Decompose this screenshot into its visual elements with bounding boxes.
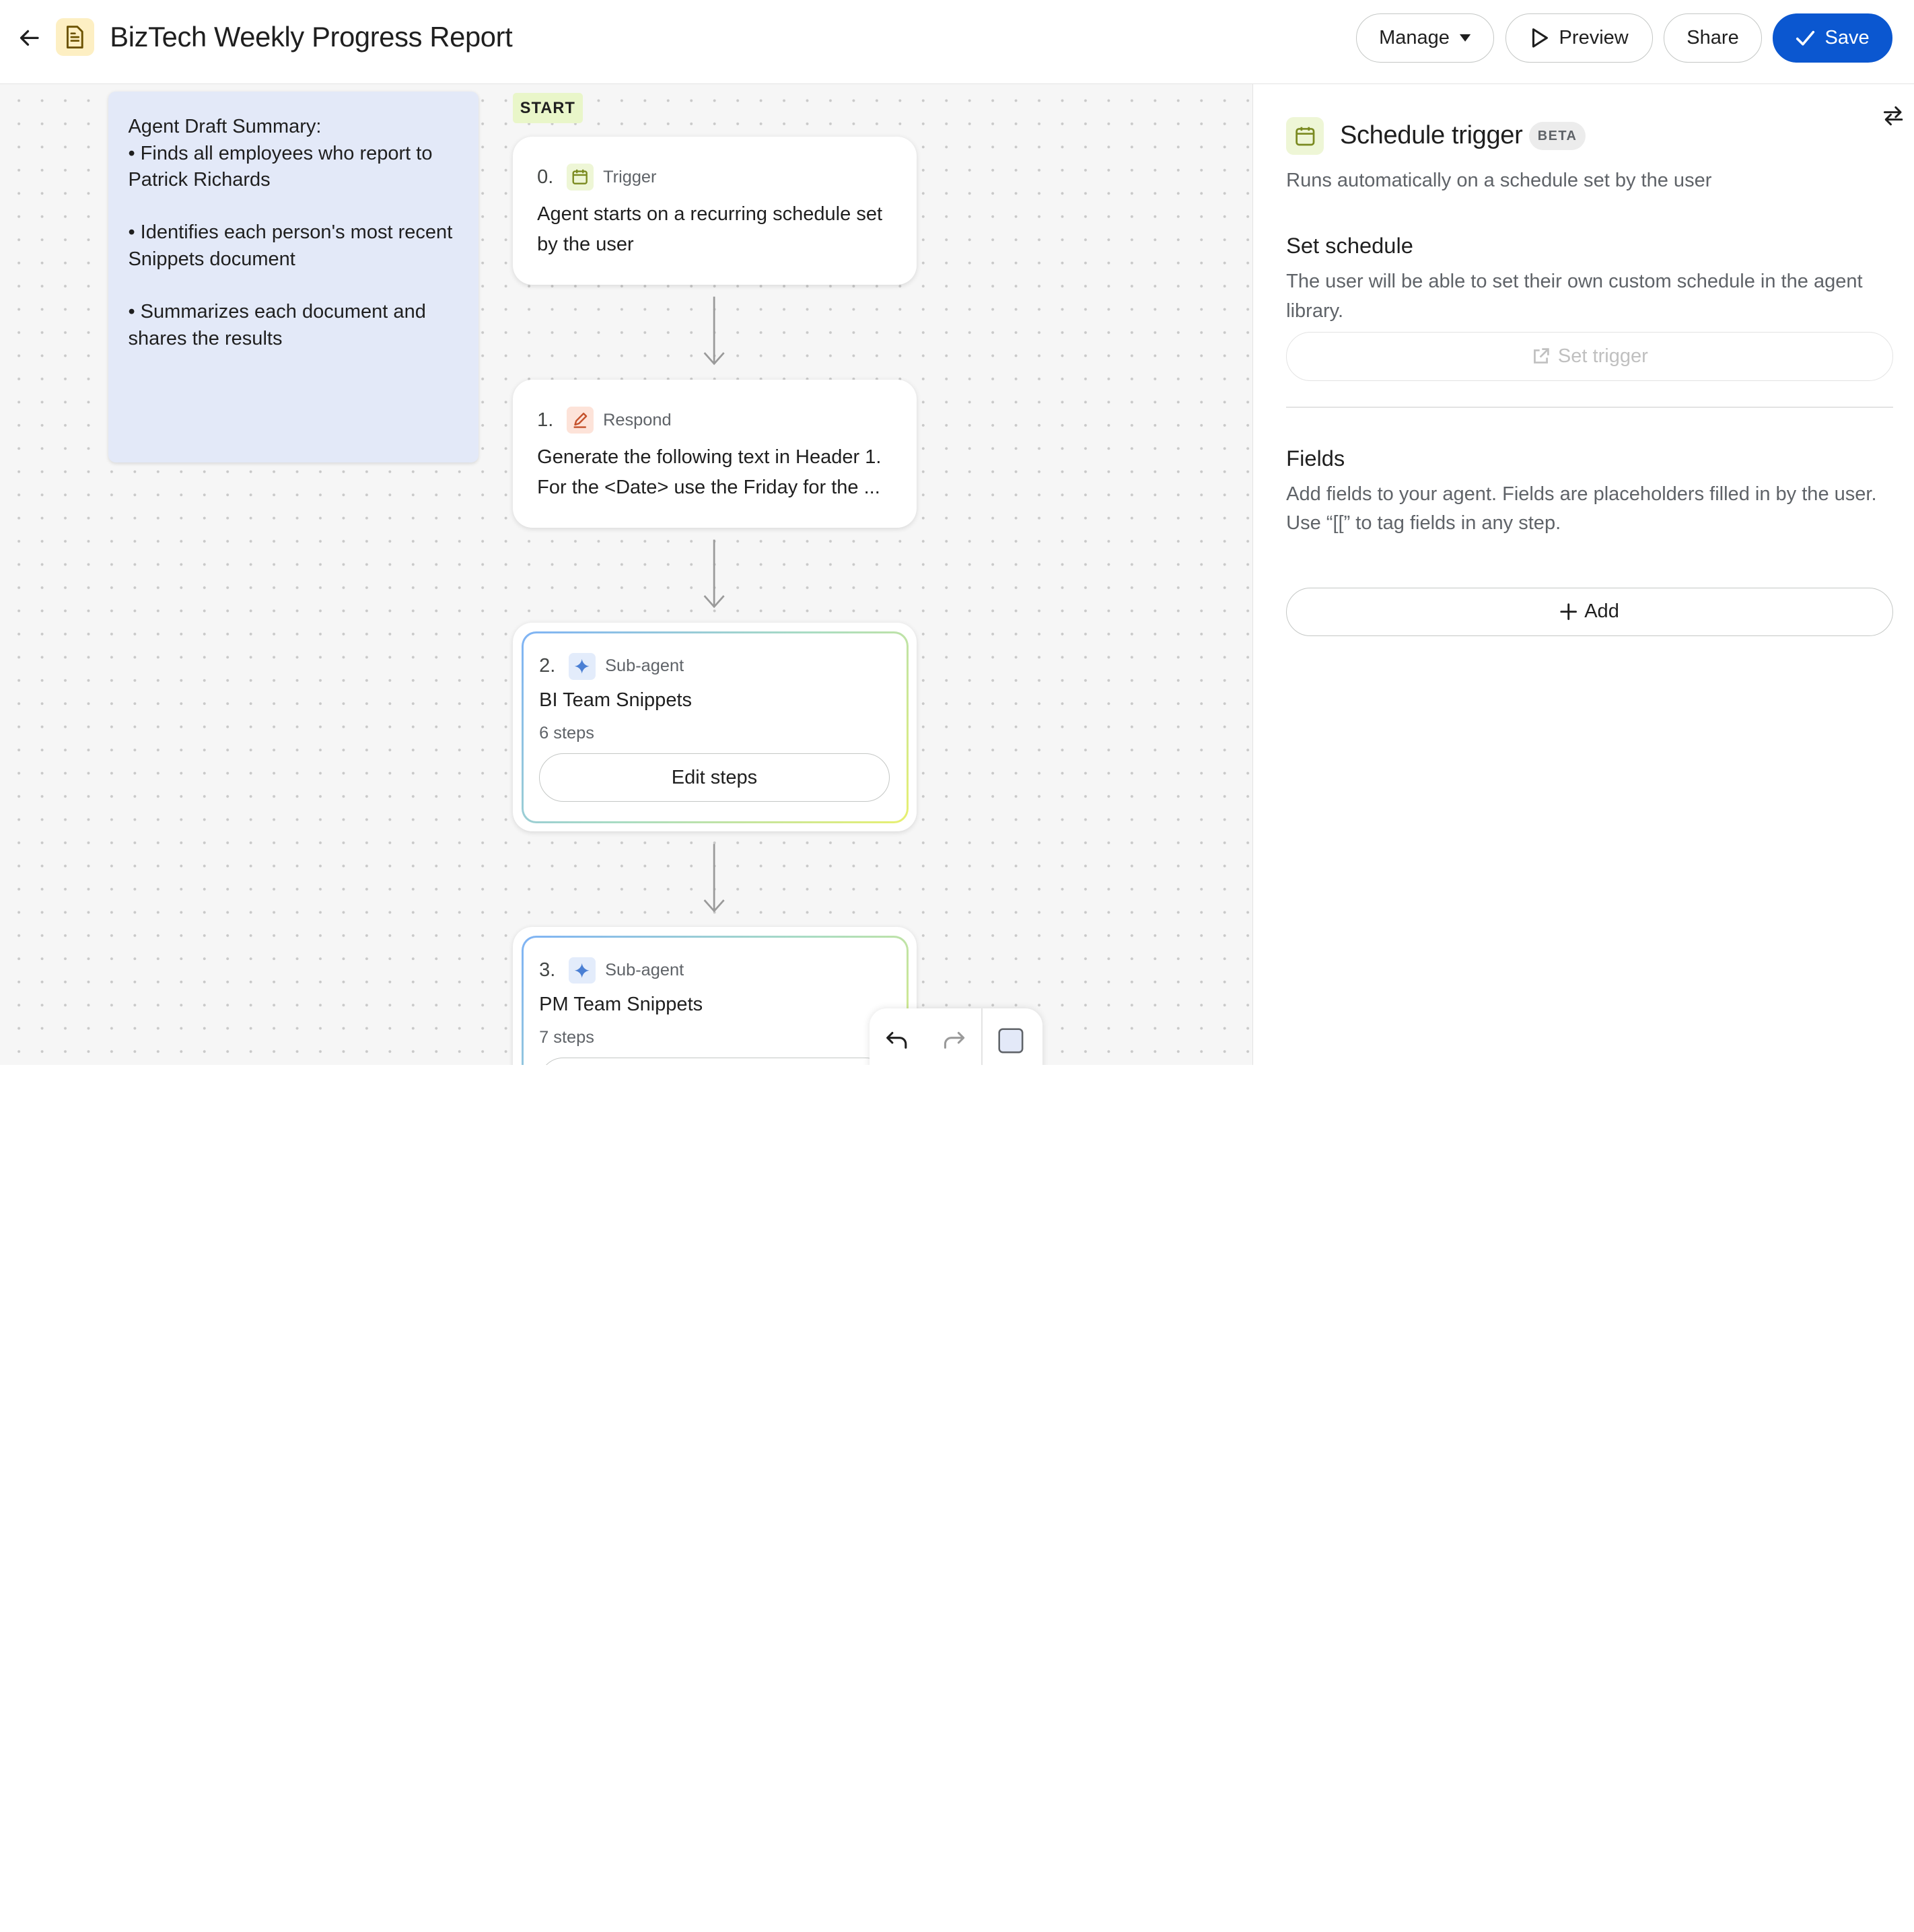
workflow-canvas[interactable]: Agent Draft Summary: • Finds all employe… <box>0 84 1253 1065</box>
check-icon <box>1796 30 1815 46</box>
edit-steps-button[interactable]: Edit steps <box>539 753 890 802</box>
step-header: 1. Respond <box>537 407 892 434</box>
subagent-title: PM Team Snippets <box>539 993 703 1015</box>
caret-down-icon <box>1460 34 1471 42</box>
flow-arrow <box>703 843 725 913</box>
step-type: Respond <box>603 410 672 429</box>
plus-icon <box>1560 603 1577 621</box>
step-number: 2. <box>539 655 556 677</box>
agent-builder-window: BizTech Weekly Progress Report Manage Pr… <box>0 0 1914 1065</box>
note-square-icon[interactable] <box>983 1008 1038 1064</box>
step-card-trigger[interactable]: 0. Trigger Agent starts on a recurring s… <box>512 137 917 285</box>
step-number: 1. <box>537 409 554 431</box>
step-description-line1: Generate the following text in Header 1. <box>537 446 882 468</box>
subagent-step-count: 6 steps <box>539 724 594 743</box>
manage-button[interactable]: Manage <box>1356 13 1495 63</box>
subagent-frame: 3. Sub-agent PM Team Snippets 7 steps <box>522 936 909 1065</box>
step-card-subagent[interactable]: 3. Sub-agent PM Team Snippets 7 steps <box>512 926 917 1065</box>
step-card-subagent[interactable]: 2. Sub-agent BI Team Snippets 6 steps Ed… <box>512 623 917 832</box>
step-card-respond[interactable]: 1. Respond Generate the following text i… <box>512 380 917 528</box>
step-type: Sub-agent <box>605 656 684 676</box>
redo-icon[interactable] <box>925 1008 981 1064</box>
preview-label: Preview <box>1559 26 1629 48</box>
step-number: 3. <box>539 959 556 981</box>
start-label: START <box>512 92 583 124</box>
preview-button[interactable]: Preview <box>1505 13 1654 63</box>
calendar-icon <box>1286 117 1324 156</box>
note-bullet: • Identifies each person's most recent S… <box>128 221 453 271</box>
sparkle-icon <box>568 652 596 680</box>
note-bullet: • Finds all employees who report to Patr… <box>128 142 433 191</box>
set-schedule-heading: Set schedule <box>1286 233 1413 258</box>
sparkle-icon <box>568 957 596 984</box>
document-icon <box>56 18 94 57</box>
flow-arrow <box>703 296 725 366</box>
undo-icon[interactable] <box>870 1008 925 1064</box>
share-button[interactable]: Share <box>1664 13 1762 63</box>
subagent-frame: 2. Sub-agent BI Team Snippets 6 steps Ed… <box>522 631 909 823</box>
subagent-title: BI Team Snippets <box>539 689 693 712</box>
save-button[interactable]: Save <box>1772 13 1892 63</box>
play-icon <box>1532 28 1548 48</box>
step-description-line2: For the <Date> use the Friday for the ..… <box>537 476 880 498</box>
note-heading: Agent Draft Summary: <box>128 115 322 137</box>
panel-subtitle: Runs automatically on a schedule set by … <box>1286 170 1712 192</box>
step-description: Agent starts on a recurring schedule set… <box>537 203 883 255</box>
fields-heading: Fields <box>1286 446 1345 471</box>
edit-steps-button[interactable] <box>539 1057 890 1065</box>
section-divider <box>1286 407 1893 408</box>
step-header: 2. Sub-agent <box>539 652 890 680</box>
back-arrow-icon[interactable] <box>15 23 44 53</box>
manage-label: Manage <box>1379 26 1450 48</box>
step-settings-panel: Schedule trigger BETA Runs automatically… <box>1252 84 1914 1065</box>
open-external-icon <box>1534 348 1549 364</box>
set-trigger-button[interactable]: Set trigger <box>1286 332 1893 381</box>
calendar-icon <box>566 164 594 191</box>
add-field-button[interactable]: Add <box>1286 587 1893 637</box>
subagent-step-count: 7 steps <box>539 1028 594 1047</box>
add-field-label: Add <box>1584 600 1619 623</box>
page-title: BizTech Weekly Progress Report <box>110 20 513 53</box>
draft-summary-note: Agent Draft Summary: • Finds all employe… <box>108 92 479 463</box>
save-label: Save <box>1824 26 1870 48</box>
step-header: 3. Sub-agent <box>539 957 890 984</box>
panel-title: Schedule trigger <box>1339 120 1523 149</box>
top-bar: BizTech Weekly Progress Report Manage Pr… <box>0 0 1914 85</box>
step-type: Trigger <box>603 167 657 186</box>
share-label: Share <box>1687 26 1739 48</box>
step-header: 0. Trigger <box>537 164 892 191</box>
note-bullet: • Summarizes each document and shares th… <box>128 301 426 350</box>
fields-description: Add fields to your agent. Fields are pla… <box>1286 483 1877 534</box>
step-type: Sub-agent <box>605 960 684 979</box>
flow-arrow <box>703 539 725 609</box>
set-schedule-description: The user will be able to set their own c… <box>1286 271 1863 322</box>
step-number: 0. <box>537 166 554 188</box>
canvas-toolbar <box>869 1008 1043 1065</box>
beta-badge: BETA <box>1529 122 1586 151</box>
swap-arrows-icon[interactable] <box>1881 104 1905 128</box>
set-trigger-label: Set trigger <box>1557 345 1648 368</box>
pencil-icon <box>566 407 594 434</box>
